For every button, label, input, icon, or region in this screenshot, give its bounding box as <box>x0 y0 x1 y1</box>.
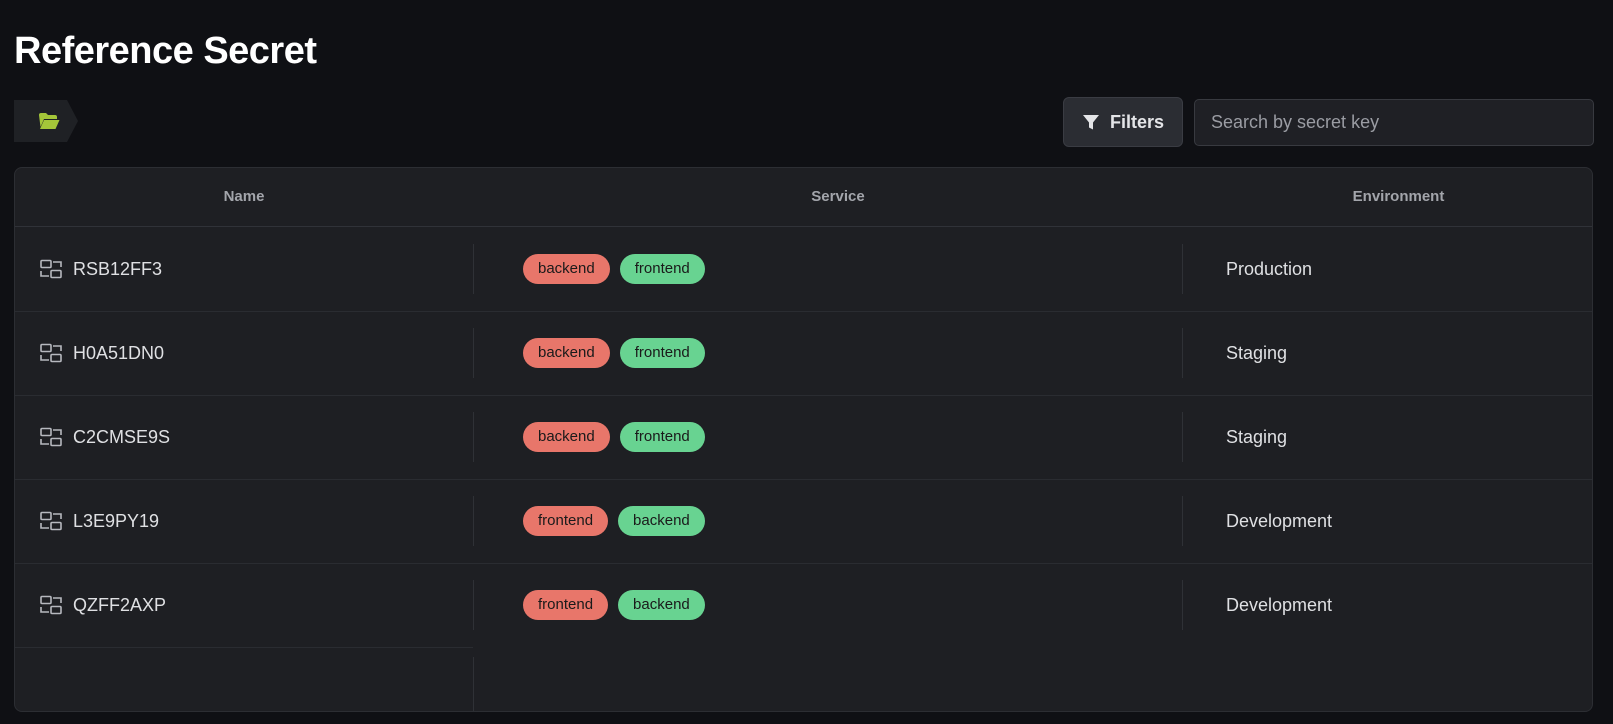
service-tag: frontend <box>619 422 705 452</box>
table-row[interactable]: QZFF2AXP frontend backend Development <box>15 562 1592 648</box>
service-tag: frontend <box>523 506 609 536</box>
column-divider <box>473 412 474 462</box>
page: Reference Secret Filters Name Service En… <box>0 0 1613 724</box>
folder-open-icon <box>39 113 60 129</box>
filters-button[interactable]: Filters <box>1063 97 1183 147</box>
service-cell: frontend backend <box>523 478 705 564</box>
page-title: Reference Secret <box>14 30 317 72</box>
breadcrumb[interactable] <box>14 100 80 142</box>
name-cell: L3E9PY19 <box>39 478 159 564</box>
table-header: Name Service Environment <box>15 168 1592 227</box>
filters-label: Filters <box>1109 111 1165 132</box>
column-divider <box>1182 580 1183 630</box>
secrets-table: Name Service Environment RSB12FF3 backen… <box>14 167 1593 712</box>
secret-name: C2CMSE9S <box>73 426 171 447</box>
table-filler <box>15 657 474 711</box>
secret-name: L3E9PY19 <box>73 510 160 531</box>
secret-name: H0A51DN0 <box>73 342 165 363</box>
service-tag: backend <box>618 590 705 620</box>
column-divider <box>1182 496 1183 546</box>
column-divider <box>473 580 474 630</box>
secret-reference-icon <box>40 343 62 363</box>
service-tag: backend <box>618 506 705 536</box>
service-cell: frontend backend <box>523 562 705 648</box>
name-cell: C2CMSE9S <box>39 394 170 480</box>
column-divider <box>473 244 474 294</box>
service-tag: backend <box>523 254 610 284</box>
secret-reference-icon <box>40 595 62 615</box>
environment-cell: Staging <box>1226 427 1288 447</box>
column-divider <box>473 496 474 546</box>
service-tag: frontend <box>619 338 705 368</box>
column-divider <box>1182 328 1183 378</box>
table-row[interactable]: L3E9PY19 frontend backend Development <box>15 478 1592 564</box>
table-row[interactable]: RSB12FF3 backend frontend Production <box>15 226 1592 312</box>
secret-reference-icon <box>40 427 62 447</box>
service-tag: frontend <box>619 254 705 284</box>
name-cell: RSB12FF3 <box>39 226 162 312</box>
column-header-service[interactable]: Service <box>473 168 1203 226</box>
column-header-name[interactable]: Name <box>15 168 473 226</box>
secret-name: RSB12FF3 <box>73 258 163 279</box>
service-tag: backend <box>523 338 610 368</box>
secret-name: QZFF2AXP <box>73 594 167 615</box>
service-tag: frontend <box>523 590 609 620</box>
service-cell: backend frontend <box>523 310 705 396</box>
funnel-icon <box>1082 114 1099 129</box>
column-divider <box>473 328 474 378</box>
service-cell: backend frontend <box>523 394 705 480</box>
table-row[interactable]: H0A51DN0 backend frontend Staging <box>15 310 1592 396</box>
environment-cell: Production <box>1226 259 1313 279</box>
search-input[interactable] <box>1194 99 1594 146</box>
row-divider <box>15 647 473 648</box>
service-cell: backend frontend <box>523 226 705 312</box>
column-divider <box>1182 244 1183 294</box>
secret-reference-icon <box>40 259 62 279</box>
name-cell: QZFF2AXP <box>39 562 166 648</box>
environment-cell: Development <box>1226 595 1333 615</box>
table-row[interactable]: C2CMSE9S backend frontend Staging <box>15 394 1592 480</box>
column-divider <box>1182 412 1183 462</box>
service-tag: backend <box>523 422 610 452</box>
secret-reference-icon <box>40 511 62 531</box>
column-header-environment[interactable]: Environment <box>1203 168 1592 226</box>
environment-cell: Development <box>1226 511 1333 531</box>
name-cell: H0A51DN0 <box>39 310 164 396</box>
environment-cell: Staging <box>1226 343 1288 363</box>
